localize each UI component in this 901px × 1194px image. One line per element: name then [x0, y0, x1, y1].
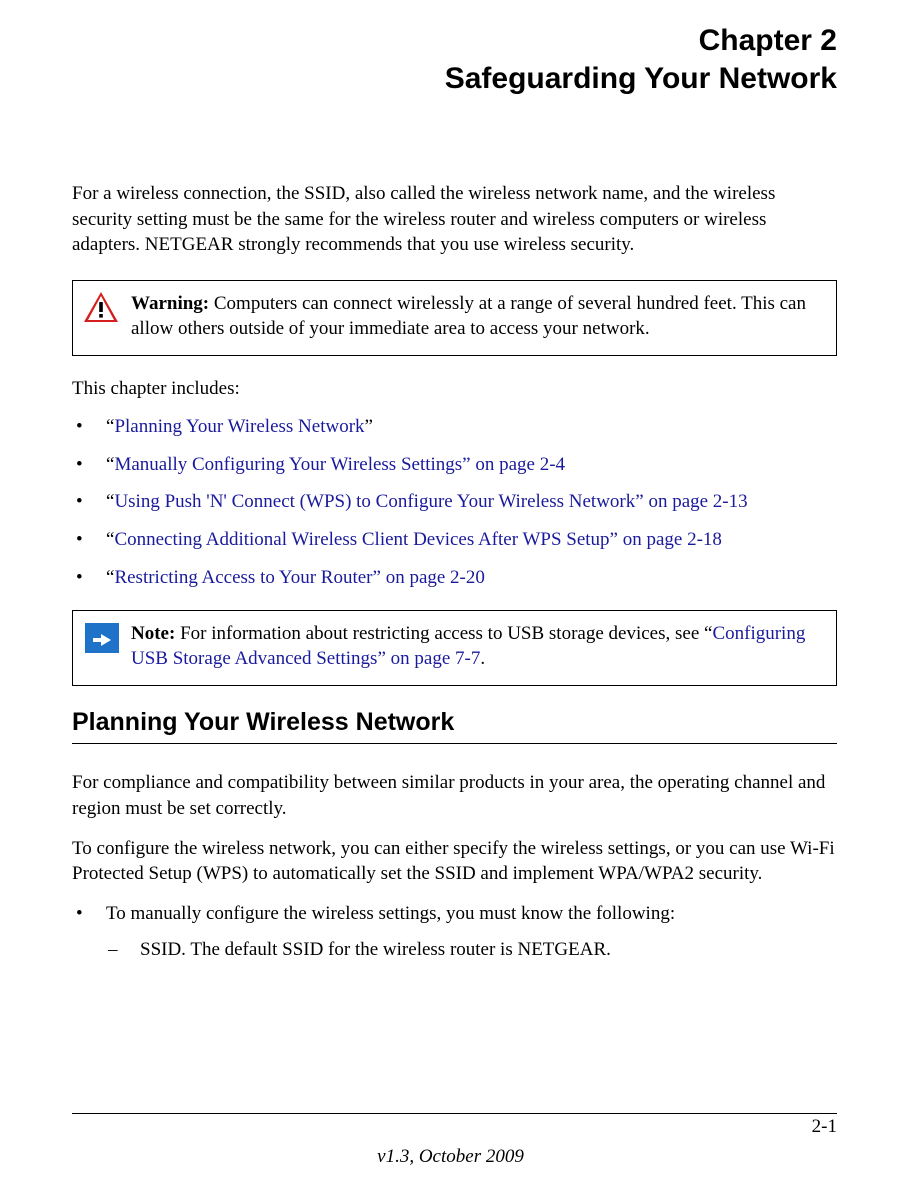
warning-body: Computers can connect wirelessly at a ra…	[131, 293, 806, 339]
warning-label: Warning:	[131, 293, 209, 314]
note-text: Note: For information about restricting …	[129, 611, 836, 685]
toc-link[interactable]: Restricting Access to Your Router” on pa…	[114, 567, 484, 588]
toc-intro: This chapter includes:	[72, 378, 837, 400]
note-body-before: For information about restricting access…	[175, 623, 712, 644]
note-body-after: .	[480, 648, 485, 669]
warning-callout: Warning: Computers can connect wirelessl…	[72, 280, 837, 356]
list-item: To manually configure the wireless setti…	[72, 901, 837, 962]
chapter-heading: Chapter 2 Safeguarding Your Network	[72, 22, 837, 97]
toc-link[interactable]: Manually Configuring Your Wireless Setti…	[114, 454, 565, 475]
page-content: Chapter 2 Safeguarding Your Network For …	[0, 0, 901, 962]
intro-paragraph: For a wireless connection, the SSID, als…	[72, 181, 837, 258]
page-number: 2-1	[812, 1116, 837, 1138]
list-item: “Manually Configuring Your Wireless Sett…	[72, 452, 837, 478]
body-list: To manually configure the wireless setti…	[72, 901, 837, 962]
list-item: SSID. The default SSID for the wireless …	[106, 937, 837, 963]
body-sublist: SSID. The default SSID for the wireless …	[106, 937, 837, 963]
warning-text: Warning: Computers can connect wirelessl…	[129, 281, 836, 355]
body-paragraph: For compliance and compatibility between…	[72, 770, 837, 821]
section-rule	[72, 743, 837, 744]
footer-version: v1.3, October 2009	[0, 1146, 901, 1168]
warning-icon	[73, 281, 129, 333]
toc-link[interactable]: Using Push 'N' Connect (WPS) to Configur…	[114, 491, 747, 512]
list-item: “Restricting Access to Your Router” on p…	[72, 565, 837, 591]
list-item: “Using Push 'N' Connect (WPS) to Configu…	[72, 489, 837, 515]
toc-link[interactable]: Planning Your Wireless Network	[114, 416, 364, 437]
toc-link[interactable]: Connecting Additional Wireless Client De…	[114, 529, 722, 550]
note-label: Note:	[131, 623, 175, 644]
note-icon	[73, 611, 129, 663]
body-paragraph: To configure the wireless network, you c…	[72, 836, 837, 887]
list-item: “Connecting Additional Wireless Client D…	[72, 527, 837, 553]
chapter-title: Safeguarding Your Network	[72, 60, 837, 98]
chapter-number: Chapter 2	[72, 22, 837, 60]
list-item: “Planning Your Wireless Network”	[72, 414, 837, 440]
toc-list: “Planning Your Wireless Network” “Manual…	[72, 414, 837, 590]
footer-rule	[72, 1113, 837, 1114]
section-title: Planning Your Wireless Network	[72, 708, 837, 737]
note-callout: Note: For information about restricting …	[72, 610, 837, 686]
